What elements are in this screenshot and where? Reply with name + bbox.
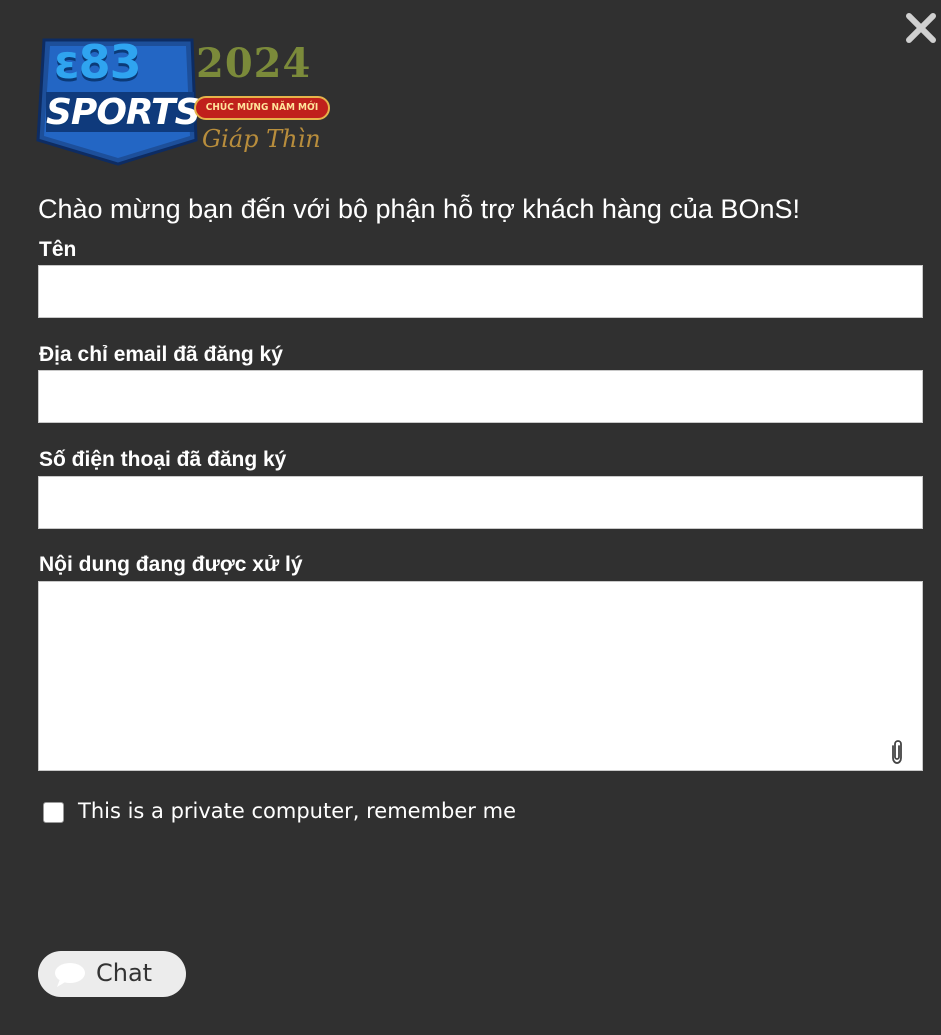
brand-logo: ɛ83 SPORTS 2024 CHÚC MỪNG NĂM MỚI Giáp T…: [36, 36, 336, 168]
chat-button-label: Chat: [96, 959, 153, 987]
logo-year: 2024: [196, 40, 312, 87]
chat-button[interactable]: Chat: [38, 951, 186, 997]
chat-prechat-form: ɛ83 SPORTS 2024 CHÚC MỪNG NĂM MỚI Giáp T…: [0, 0, 941, 1035]
logo-sports-text: SPORTS: [46, 92, 201, 133]
welcome-heading: Chào mừng bạn đến với bộ phận hỗ trợ khá…: [38, 194, 800, 224]
logo-brand-text: ɛ83: [54, 35, 142, 89]
remember-me-label: This is a private computer, remember me: [78, 799, 516, 823]
chat-bubble-icon: [55, 963, 85, 987]
name-label: Tên: [39, 238, 77, 261]
close-icon[interactable]: [903, 10, 939, 46]
name-field[interactable]: [38, 265, 923, 318]
phone-label: Số điện thoại đã đăng ký: [39, 448, 287, 471]
message-label: Nội dung đang được xử lý: [39, 553, 303, 576]
phone-field[interactable]: [38, 476, 923, 529]
logo-subtitle: Giáp Thìn: [202, 125, 321, 153]
email-field[interactable]: [38, 370, 923, 423]
logo-ribbon: CHÚC MỪNG NĂM MỚI: [194, 96, 330, 120]
message-textarea[interactable]: [38, 581, 923, 771]
email-label: Địa chỉ email đã đăng ký: [39, 343, 283, 366]
paperclip-icon[interactable]: [886, 738, 908, 766]
remember-me-checkbox[interactable]: [43, 802, 64, 823]
